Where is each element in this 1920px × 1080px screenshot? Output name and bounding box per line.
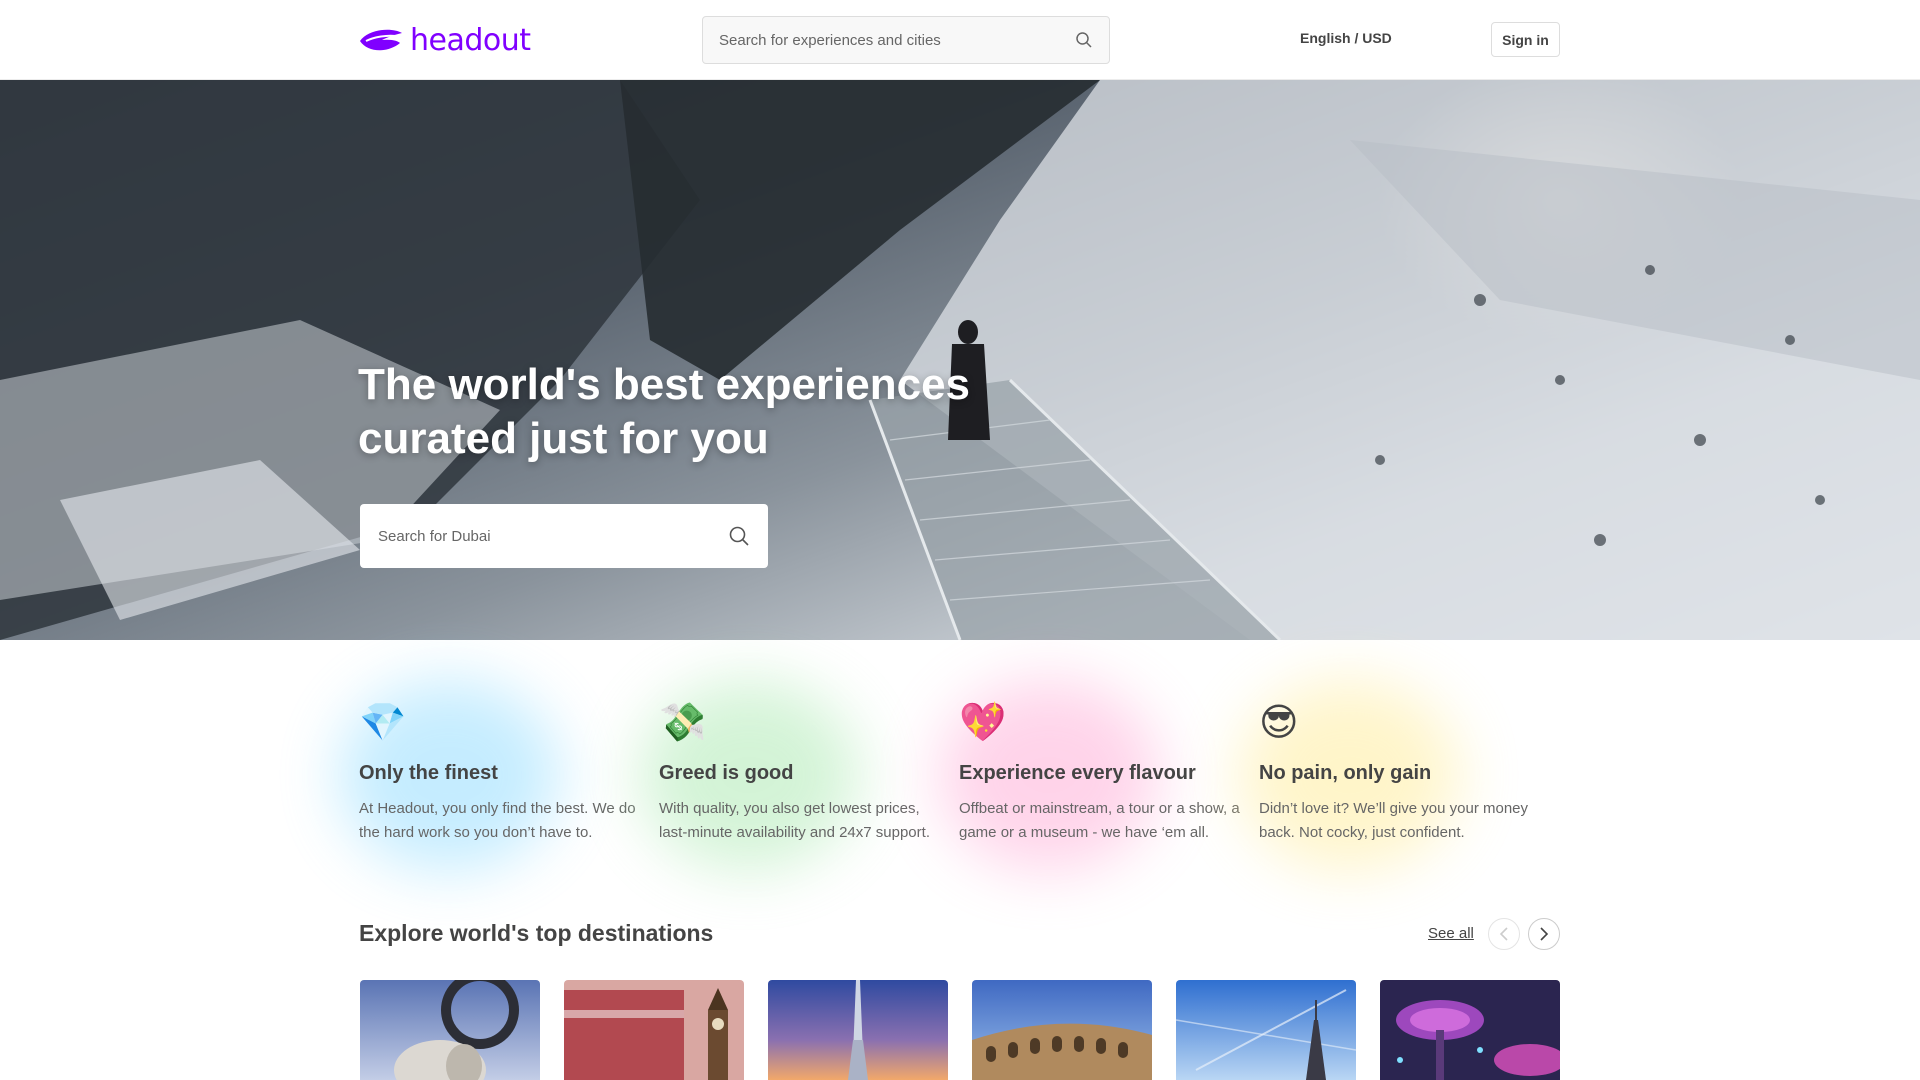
- headout-logo-icon: [360, 29, 402, 51]
- hero-banner: The world's best experiences curated jus…: [0, 80, 1920, 640]
- chevron-right-icon: [1540, 927, 1549, 941]
- hero-title-line-2: curated just for you: [358, 414, 769, 463]
- search-icon[interactable]: [728, 525, 750, 547]
- big-ben-image: [564, 980, 744, 1080]
- destination-card-3[interactable]: [768, 980, 948, 1080]
- destination-card-2[interactable]: [564, 980, 744, 1080]
- destination-card-6[interactable]: [1380, 980, 1560, 1080]
- colosseum-image: [972, 980, 1152, 1080]
- statue-image: [360, 980, 540, 1080]
- carousel-next-button[interactable]: [1528, 918, 1560, 950]
- headout-logo[interactable]: headout: [358, 22, 531, 58]
- header-search-input[interactable]: [719, 31, 1075, 49]
- money-with-wings-icon: 💸: [659, 702, 707, 744]
- hero-search-input[interactable]: [378, 527, 728, 545]
- destination-card-1[interactable]: [360, 980, 540, 1080]
- eiffel-tower-image: [1176, 980, 1356, 1080]
- feature-only-the-finest: 💎 Only the finest At Headout, you only f…: [339, 680, 659, 870]
- search-icon[interactable]: [1075, 31, 1093, 49]
- feature-greed-is-good: 💸 Greed is good With quality, you also g…: [639, 680, 959, 870]
- burj-khalifa-image: [768, 980, 948, 1080]
- feature-title: Greed is good: [659, 762, 794, 784]
- hero-search-box[interactable]: [360, 504, 768, 568]
- feature-no-pain-only-gain: 😎 No pain, only gain Didn’t love it? We’…: [1239, 680, 1559, 870]
- sign-in-button[interactable]: Sign in: [1491, 22, 1560, 57]
- sunglasses-face-icon: 😎: [1259, 702, 1299, 744]
- chevron-left-icon: [1499, 927, 1508, 941]
- header: headout English / USD Sign in: [0, 0, 1920, 80]
- hero-title: The world's best experiences curated jus…: [358, 358, 1058, 466]
- carousel-prev-button[interactable]: [1488, 918, 1520, 950]
- feature-description: At Headout, you only find the best. We d…: [359, 800, 636, 841]
- destination-card-4[interactable]: [972, 980, 1152, 1080]
- language-currency-selector[interactable]: English / USD: [1300, 30, 1392, 46]
- see-all-link[interactable]: See all: [1428, 925, 1474, 942]
- supertree-grove-image: [1380, 980, 1560, 1080]
- feature-description: Didn’t love it? We’ll give you your mone…: [1259, 800, 1529, 841]
- feature-title: Experience every flavour: [959, 762, 1196, 784]
- feature-experience-every-flavour: 💖 Experience every flavour Offbeat or ma…: [939, 680, 1259, 870]
- feature-description: Offbeat or mainstream, a tour or a show,…: [959, 800, 1240, 841]
- value-propositions: 💎 Only the finest At Headout, you only f…: [339, 680, 1559, 870]
- feature-title: No pain, only gain: [1259, 762, 1432, 784]
- header-search-box[interactable]: [702, 16, 1110, 64]
- feature-title: Only the finest: [359, 762, 498, 784]
- destination-carousel: [360, 980, 1560, 1080]
- feature-description: With quality, you also get lowest prices…: [659, 800, 930, 841]
- hero-title-line-1: The world's best experiences: [358, 360, 971, 409]
- destination-card-5[interactable]: [1176, 980, 1356, 1080]
- gem-icon: 💎: [359, 702, 407, 744]
- destinations-section-title: Explore world's top destinations: [359, 920, 714, 946]
- sparkling-heart-icon: 💖: [959, 702, 1007, 744]
- logo-text: headout: [410, 22, 531, 58]
